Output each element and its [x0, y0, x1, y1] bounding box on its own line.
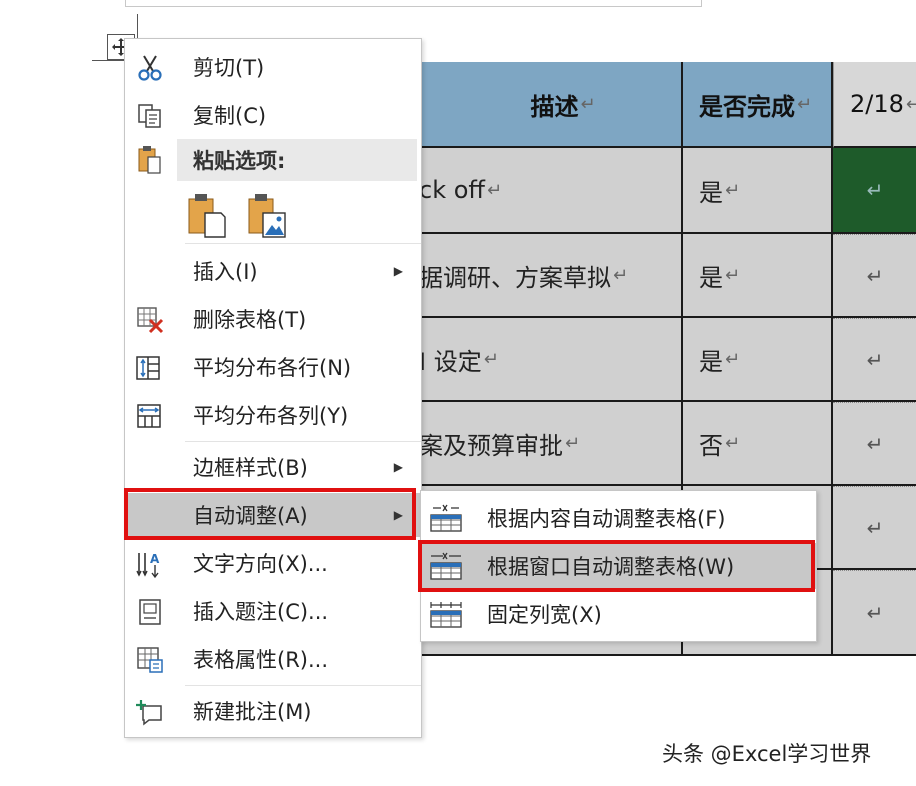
clipboard-icon [135, 145, 165, 175]
menu-item-insert[interactable]: 插入(I) ▶ [125, 249, 421, 293]
paste-options-header: 粘贴选项: [177, 139, 417, 181]
menu-item-label: 边框样式(B) [193, 456, 308, 480]
menu-item-distribute-columns[interactable]: 平均分布各列(Y) [125, 393, 421, 437]
menu-separator [185, 441, 421, 442]
submenu-item-autofit-contents[interactable]: 根据内容自动调整表格(F) [421, 495, 816, 541]
submenu-item-fixed-column-width[interactable]: 固定列宽(X) [421, 591, 816, 637]
menu-item-label: 文字方向(X)... [193, 552, 328, 576]
menu-item-border-styles[interactable]: 边框样式(B) ▶ [125, 445, 421, 489]
menu-separator [185, 243, 421, 244]
paste-keep-source-icon[interactable] [185, 191, 229, 239]
table-cell[interactable]: ↵ [833, 486, 916, 570]
menu-item-label: 表格属性(R)... [193, 648, 329, 672]
menu-item-text-direction[interactable]: A 文字方向(X)... [125, 541, 421, 585]
paste-picture-icon[interactable] [245, 191, 289, 239]
table-cell[interactable]: 是 ↵ [683, 318, 833, 402]
menu-item-label: 插入(I) [193, 260, 258, 284]
menu-item-label: 剪切(T) [193, 56, 265, 80]
submenu-item-label: 固定列宽(X) [487, 603, 602, 627]
menu-item-label: 复制(C) [193, 104, 267, 128]
menu-item-distribute-rows[interactable]: 平均分布各行(N) [125, 345, 421, 389]
autofit-contents-icon [429, 503, 463, 533]
menu-item-label: 删除表格(T) [193, 308, 307, 332]
table-cell[interactable]: 是 ↵ [683, 234, 833, 318]
table-row: 案及预算审批 ↵ 否 ↵ ↵ [405, 402, 916, 486]
table-anchor-line [137, 14, 138, 38]
copy-icon [135, 101, 165, 131]
table-anchor-line-h [92, 60, 128, 61]
menu-item-copy[interactable]: 复制(C) [125, 93, 421, 137]
scissors-icon [135, 53, 165, 83]
submenu-arrow-icon: ▶ [393, 460, 403, 474]
menu-item-table-properties[interactable]: 表格属性(R)... [125, 637, 421, 681]
table-cell[interactable]: 据调研、方案草拟 ↵ [405, 234, 683, 318]
table-cell[interactable]: 案及预算审批 ↵ [405, 402, 683, 486]
table-row: ck off ↵ 是 ↵ ↵ [405, 148, 916, 234]
menu-item-new-comment[interactable]: 新建批注(M) [125, 689, 421, 733]
menu-item-label: 平均分布各行(N) [193, 356, 352, 380]
table-cell[interactable]: ↵ [833, 318, 916, 402]
table-row: I 设定 ↵ 是 ↵ ↵ [405, 318, 916, 402]
table-cell[interactable]: 否 ↵ [683, 402, 833, 486]
distribute-rows-icon [135, 353, 165, 383]
menu-item-label: 平均分布各列(Y) [193, 404, 349, 428]
menu-item-insert-caption[interactable]: 插入题注(C)... [125, 589, 421, 633]
delete-table-icon [135, 305, 165, 335]
table-cell[interactable]: I 设定 ↵ [405, 318, 683, 402]
table-cell[interactable]: 是 ↵ [683, 148, 833, 234]
table-row: 据调研、方案草拟 ↵ 是 ↵ ↵ [405, 234, 916, 318]
highlight-box-autofit [124, 488, 416, 540]
menu-item-label: 插入题注(C)... [193, 600, 329, 624]
menu-separator [185, 685, 421, 686]
watermark: 头条 @Excel学习世界 [662, 742, 872, 766]
text-direction-icon: A [135, 549, 165, 579]
table-properties-icon [135, 645, 165, 675]
table-cell[interactable]: ↵ [833, 148, 916, 234]
menu-item-label: 新建批注(M) [193, 700, 312, 724]
table-cell[interactable]: ↵ [833, 402, 916, 486]
table-header-row: 描述↵ 是否完成↵ 2/18↵ [405, 62, 916, 148]
submenu-arrow-icon: ▶ [393, 264, 403, 278]
submenu-item-label: 根据内容自动调整表格(F) [487, 507, 726, 531]
menu-item-cut[interactable]: 剪切(T) [125, 45, 421, 89]
table-cell[interactable]: ↵ [833, 570, 916, 656]
caption-icon [135, 597, 165, 627]
header-cell-description[interactable]: 描述 ↵ [405, 62, 683, 148]
new-comment-icon [135, 697, 165, 727]
menu-item-delete-table[interactable]: 删除表格(T) [125, 297, 421, 341]
distribute-columns-icon [135, 401, 165, 431]
highlight-box-autofit-window [418, 540, 815, 592]
table-cell[interactable]: ↵ [833, 234, 916, 318]
top-frame [125, 0, 702, 7]
svg-text:A: A [150, 552, 160, 566]
fixed-column-width-icon [429, 599, 463, 629]
header-cell-date[interactable]: 2/18↵ [833, 62, 916, 148]
table-cell[interactable]: ck off ↵ [405, 148, 683, 234]
header-cell-done[interactable]: 是否完成 ↵ [683, 62, 833, 148]
context-menu: 剪切(T) 复制(C) 粘贴选项: 插入(I) ▶ 删除表格(T) 平均分布各行… [124, 38, 422, 738]
